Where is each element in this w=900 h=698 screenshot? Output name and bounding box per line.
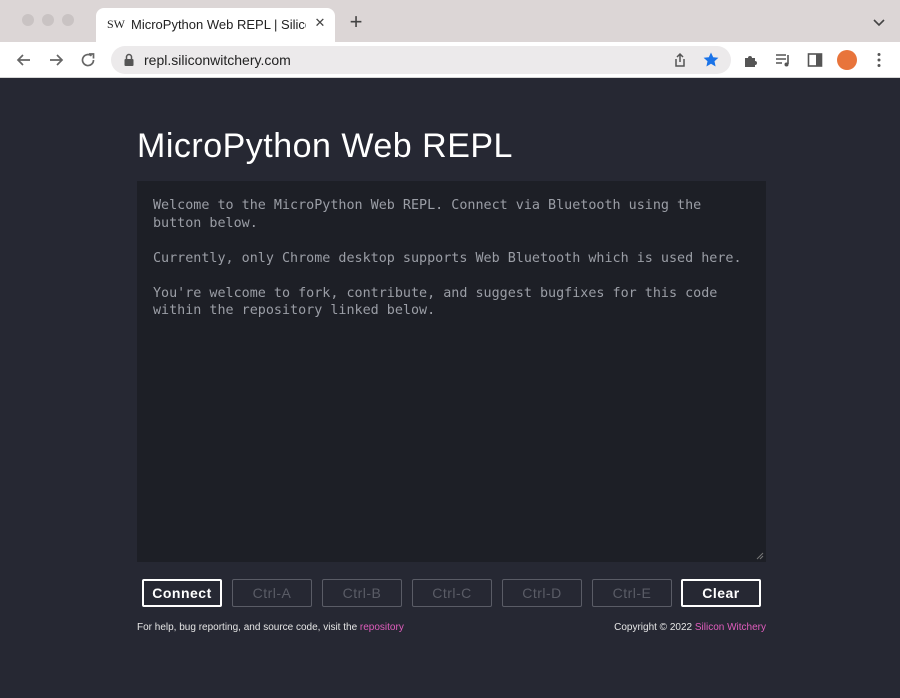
forward-icon[interactable]	[46, 50, 66, 70]
window-minimize-dot[interactable]	[42, 14, 54, 26]
browser-tab[interactable]: SW MicroPython Web REPL | Silicon Witche…	[96, 8, 335, 42]
ctrl-e-button[interactable]: Ctrl-E	[592, 579, 672, 607]
footer-copyright: Copyright © 2022 Silicon Witchery	[614, 622, 766, 633]
back-icon[interactable]	[14, 50, 34, 70]
browser-toolbar: repl.siliconwitchery.com	[0, 42, 900, 78]
terminal-chrome-note: Currently, only Chrome desktop supports …	[153, 250, 742, 266]
footer-help: For help, bug reporting, and source code…	[137, 622, 404, 633]
terminal-fork-note: You're welcome to fork, contribute, and …	[153, 285, 718, 319]
repl-terminal[interactable]: Welcome to the MicroPython Web REPL. Con…	[137, 181, 766, 562]
avatar[interactable]	[837, 50, 857, 70]
tab-favicon: SW	[107, 17, 125, 31]
ctrl-b-button[interactable]: Ctrl-B	[322, 579, 402, 607]
tab-strip: SW MicroPython Web REPL | Silicon Witche…	[0, 0, 900, 42]
chevron-down-icon[interactable]	[870, 14, 888, 32]
url-text: repl.siliconwitchery.com	[144, 52, 291, 68]
window-close-dot[interactable]	[22, 14, 34, 26]
resize-handle-icon[interactable]	[756, 552, 764, 560]
silicon-witchery-link[interactable]: Silicon Witchery	[695, 622, 766, 633]
ctrl-d-button[interactable]: Ctrl-D	[502, 579, 582, 607]
menu-icon[interactable]	[870, 51, 888, 69]
footer-help-text: For help, bug reporting, and source code…	[137, 622, 360, 633]
page-content: MicroPython Web REPL Welcome to the Micr…	[0, 79, 900, 698]
extensions-icon[interactable]	[742, 51, 760, 69]
ctrl-a-button[interactable]: Ctrl-A	[232, 579, 312, 607]
copyright-text: Copyright © 2022	[614, 622, 695, 633]
share-icon[interactable]	[671, 51, 689, 69]
plus-icon[interactable]: +	[345, 11, 367, 34]
clear-button[interactable]: Clear	[681, 579, 761, 607]
address-bar[interactable]: repl.siliconwitchery.com	[111, 46, 731, 74]
reload-icon[interactable]	[78, 50, 98, 70]
connect-button[interactable]: Connect	[142, 579, 222, 607]
ctrl-c-button[interactable]: Ctrl-C	[412, 579, 492, 607]
star-icon[interactable]	[702, 51, 720, 69]
tab-title: MicroPython Web REPL | Silicon Witchery	[131, 17, 306, 32]
close-icon[interactable]: ✕	[312, 15, 328, 31]
media-icon[interactable]	[774, 51, 792, 69]
repository-link[interactable]: repository	[360, 622, 404, 633]
page-title: MicroPython Web REPL	[137, 127, 513, 165]
terminal-welcome-text: Welcome to the MicroPython Web REPL. Con…	[153, 198, 702, 231]
side-panel-icon[interactable]	[806, 51, 824, 69]
window-zoom-dot[interactable]	[62, 14, 74, 26]
lock-icon[interactable]	[123, 53, 135, 67]
